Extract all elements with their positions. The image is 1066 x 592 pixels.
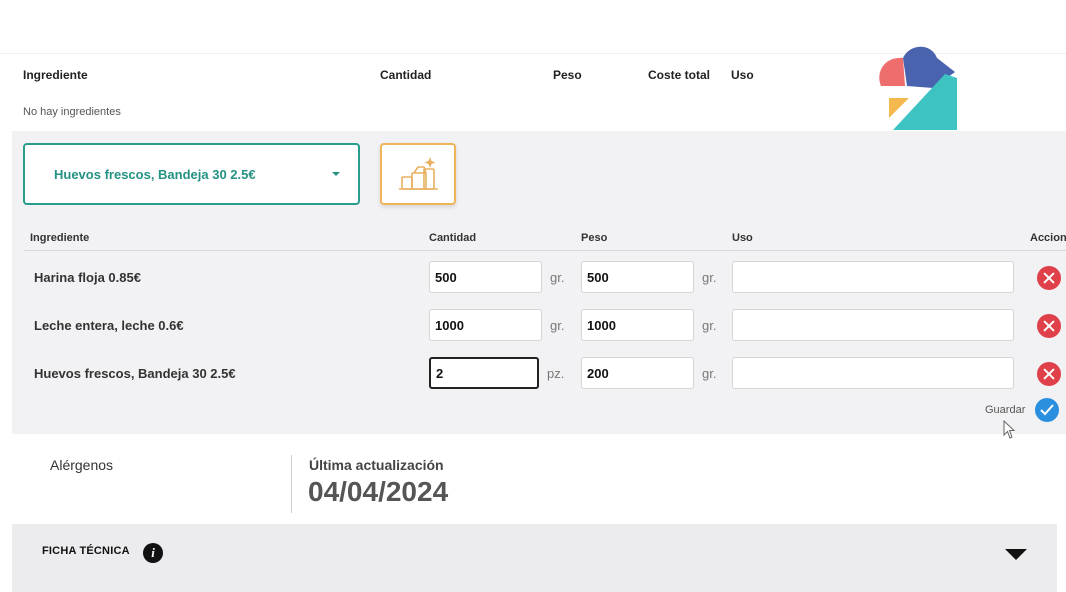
header-ingredient: Ingrediente [30,232,90,244]
summary-header-weight: Peso [553,68,582,82]
summary-header-use: Uso [731,68,754,82]
delete-icon[interactable] [1037,266,1061,290]
summary-header-quantity: Cantidad [380,68,432,82]
use-input[interactable] [732,309,1014,341]
empty-ingredients-message: No hay ingredientes [23,106,121,118]
summary-header-total-cost: Coste total [648,68,711,82]
header-quantity: Cantidad [429,232,477,244]
table-row: Huevos frescos, Bandeja 30 2.5€ pz. gr. [24,357,1066,391]
ingredient-select-value: Huevos frescos, Bandeja 30 2.5€ [54,167,256,182]
divider [291,455,292,513]
weight-unit: gr. [702,318,717,333]
header-action: Accion [1030,232,1066,244]
ingredient-name: Harina floja 0.85€ [34,270,141,285]
chevron-down-icon [332,172,340,176]
last-update-date: 04/04/2024 [308,476,449,507]
quantity-input[interactable] [429,357,539,389]
ingredients-table-header: Ingrediente Cantidad Peso Uso Accion [24,231,1066,251]
basket-sparkle-icon [399,157,438,190]
last-update-label: Última actualización [309,457,444,473]
table-row: Leche entera, leche 0.6€ gr. gr. [24,309,1066,343]
use-input[interactable] [732,261,1014,293]
weight-unit: gr. [702,366,717,381]
weight-unit: gr. [702,270,717,285]
mouse-cursor-icon [1003,419,1017,445]
check-icon [1040,404,1054,416]
ficha-tecnica-title: FICHA TÉCNICA [42,545,130,557]
allergens-label: Alérgenos [50,457,114,473]
weight-input[interactable] [581,357,694,389]
info-icon[interactable]: i [143,543,163,563]
brand-logo [875,44,965,141]
save-button[interactable] [1035,398,1059,422]
ingredient-editor-panel: Huevos frescos, Bandeja 30 2.5€ Ingredie… [12,131,1066,434]
ingredient-select[interactable]: Huevos frescos, Bandeja 30 2.5€ [23,143,360,205]
quantity-input[interactable] [429,261,542,293]
quantity-input[interactable] [429,309,542,341]
ingredient-name: Leche entera, leche 0.6€ [34,318,184,333]
quantity-unit: pz. [547,366,565,381]
ficha-tecnica-section[interactable]: FICHA TÉCNICA i [12,524,1057,592]
header-use: Uso [732,232,753,244]
use-input[interactable] [732,357,1014,389]
expand-icon[interactable] [1005,549,1027,560]
header-weight: Peso [581,232,608,244]
table-row: Harina floja 0.85€ gr. gr. [24,261,1066,295]
quantity-unit: gr. [550,318,565,333]
weight-input[interactable] [581,309,694,341]
ingredient-name: Huevos frescos, Bandeja 30 2.5€ [34,366,236,381]
add-ingredient-button[interactable] [380,143,456,205]
quantity-unit: gr. [550,270,565,285]
delete-icon[interactable] [1037,314,1061,338]
delete-icon[interactable] [1037,362,1061,386]
summary-header-ingredient: Ingrediente [23,68,88,82]
save-label: Guardar [985,404,1026,416]
weight-input[interactable] [581,261,694,293]
